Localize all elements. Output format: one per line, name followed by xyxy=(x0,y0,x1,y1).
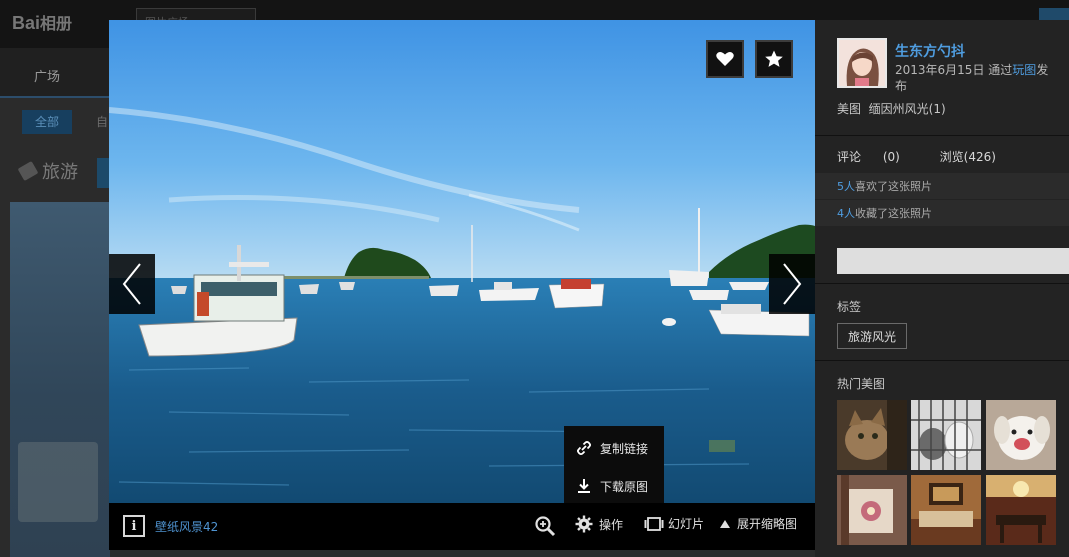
expand-thumbnails-button[interactable]: 展开缩略图 xyxy=(719,515,797,532)
slideshow-button[interactable]: 幻灯片 xyxy=(644,515,704,532)
zoom-in-icon[interactable] xyxy=(534,515,556,537)
publish-date: 2013年6月15日 xyxy=(895,63,985,77)
info-button[interactable]: i xyxy=(123,515,145,537)
chevron-right-icon xyxy=(783,263,802,305)
divider xyxy=(815,283,1069,284)
comments-stat[interactable]: 评论 (0) xyxy=(837,150,918,164)
category-primary[interactable]: 美图 xyxy=(837,102,861,116)
username-link[interactable]: 生东方勺抖 xyxy=(895,41,965,61)
photo-info-panel: 生东方勺抖 2013年6月15日 通过玩图发布 美图 缅因州风光(1) 评论 (… xyxy=(815,20,1069,557)
dining-room-photo xyxy=(986,475,1056,545)
chevron-left-icon xyxy=(122,263,141,305)
stats-line: 评论 (0) 浏览(426) xyxy=(837,148,1014,165)
viewer-toolbar: i 壁纸风景42 操作 幻灯片 展开缩略图 xyxy=(109,503,815,550)
harbor-photo xyxy=(109,20,815,503)
tag-chip[interactable]: 旅游风光 xyxy=(837,323,907,349)
avatar[interactable] xyxy=(837,38,887,88)
divider xyxy=(815,135,1069,136)
gear-icon xyxy=(575,515,593,533)
publish-via-link[interactable]: 玩图 xyxy=(1012,63,1036,77)
likes-text: 喜欢了这张照片 xyxy=(855,180,932,193)
operate-label: 操作 xyxy=(599,517,624,532)
hot-photo-thumb[interactable] xyxy=(837,400,907,470)
puppy-photo xyxy=(986,400,1056,470)
category-secondary[interactable]: 缅因州风光(1) xyxy=(869,102,946,116)
favorites-text: 收藏了这张照片 xyxy=(855,207,932,220)
copy-link-menu-item[interactable]: 复制链接 xyxy=(564,430,664,466)
slideshow-icon xyxy=(644,516,664,531)
copy-link-label: 复制链接 xyxy=(600,441,649,456)
operations-popup-menu: 复制链接 下载原图 xyxy=(564,426,664,503)
heart-icon xyxy=(716,52,734,66)
avatar-image xyxy=(839,40,885,86)
background-nav-tab: 广场 xyxy=(0,48,110,98)
publish-via-prefix: 通过 xyxy=(988,63,1013,77)
hot-photo-thumb[interactable] xyxy=(837,475,907,545)
views-stat: 浏览(426) xyxy=(939,150,996,164)
hot-photo-thumb[interactable] xyxy=(911,475,981,545)
background-tag-title: 旅游 xyxy=(17,158,78,184)
hot-photo-thumb[interactable] xyxy=(986,475,1056,545)
hot-photos-heading: 热门美图 xyxy=(837,377,886,391)
link-icon xyxy=(577,441,591,455)
slideshow-label: 幻灯片 xyxy=(668,517,705,531)
photo-viewer-page: Bai相册 图片广场 广场 全部 自 旅游 xyxy=(0,0,1069,557)
background-photo-thumb xyxy=(10,202,110,557)
comment-input[interactable] xyxy=(837,248,1069,274)
star-icon xyxy=(765,50,783,67)
album-name-link[interactable]: 壁纸风景42 xyxy=(155,518,218,535)
cat-photo xyxy=(837,400,907,470)
next-photo-button[interactable] xyxy=(769,254,815,314)
decor-photo xyxy=(837,475,907,545)
triangle-up-icon xyxy=(720,519,730,528)
download-icon xyxy=(578,479,590,493)
favorites-count-link[interactable]: 4人 xyxy=(837,207,855,220)
background-filter-next: 自 xyxy=(96,115,109,129)
baidu-logo: Bai相册 xyxy=(12,13,73,33)
hot-photo-thumb[interactable] xyxy=(911,400,981,470)
category-line: 美图 缅因州风光(1) xyxy=(837,100,946,117)
tag-icon xyxy=(17,160,39,182)
image-viewer: 复制链接 下载原图 i 壁纸风景42 操作 幻灯片 展开缩略图 xyxy=(109,20,815,550)
favorites-row: 4人收藏了这张照片 xyxy=(815,200,1069,226)
divider xyxy=(815,360,1069,361)
download-original-menu-item[interactable]: 下载原图 xyxy=(564,468,664,503)
info-icon: i xyxy=(131,518,137,534)
publish-info: 2013年6月15日 通过玩图发布 xyxy=(895,62,1055,94)
likes-row: 5人喜欢了这张照片 xyxy=(815,173,1069,199)
background-filter-all: 全部 xyxy=(22,110,72,134)
likes-count-link[interactable]: 5人 xyxy=(837,180,855,193)
previous-photo-button[interactable] xyxy=(109,254,155,314)
tags-heading: 标签 xyxy=(837,300,862,314)
caged-cats-photo xyxy=(911,400,981,470)
main-photo[interactable]: 复制链接 下载原图 xyxy=(109,20,815,503)
download-original-label: 下载原图 xyxy=(600,479,649,494)
operate-button[interactable]: 操作 xyxy=(575,515,623,533)
expand-thumbnails-label: 展开缩略图 xyxy=(737,517,798,531)
living-room-photo xyxy=(911,475,981,545)
hot-photo-thumb[interactable] xyxy=(986,400,1056,470)
favorite-button[interactable] xyxy=(755,40,793,78)
like-button[interactable] xyxy=(706,40,744,78)
